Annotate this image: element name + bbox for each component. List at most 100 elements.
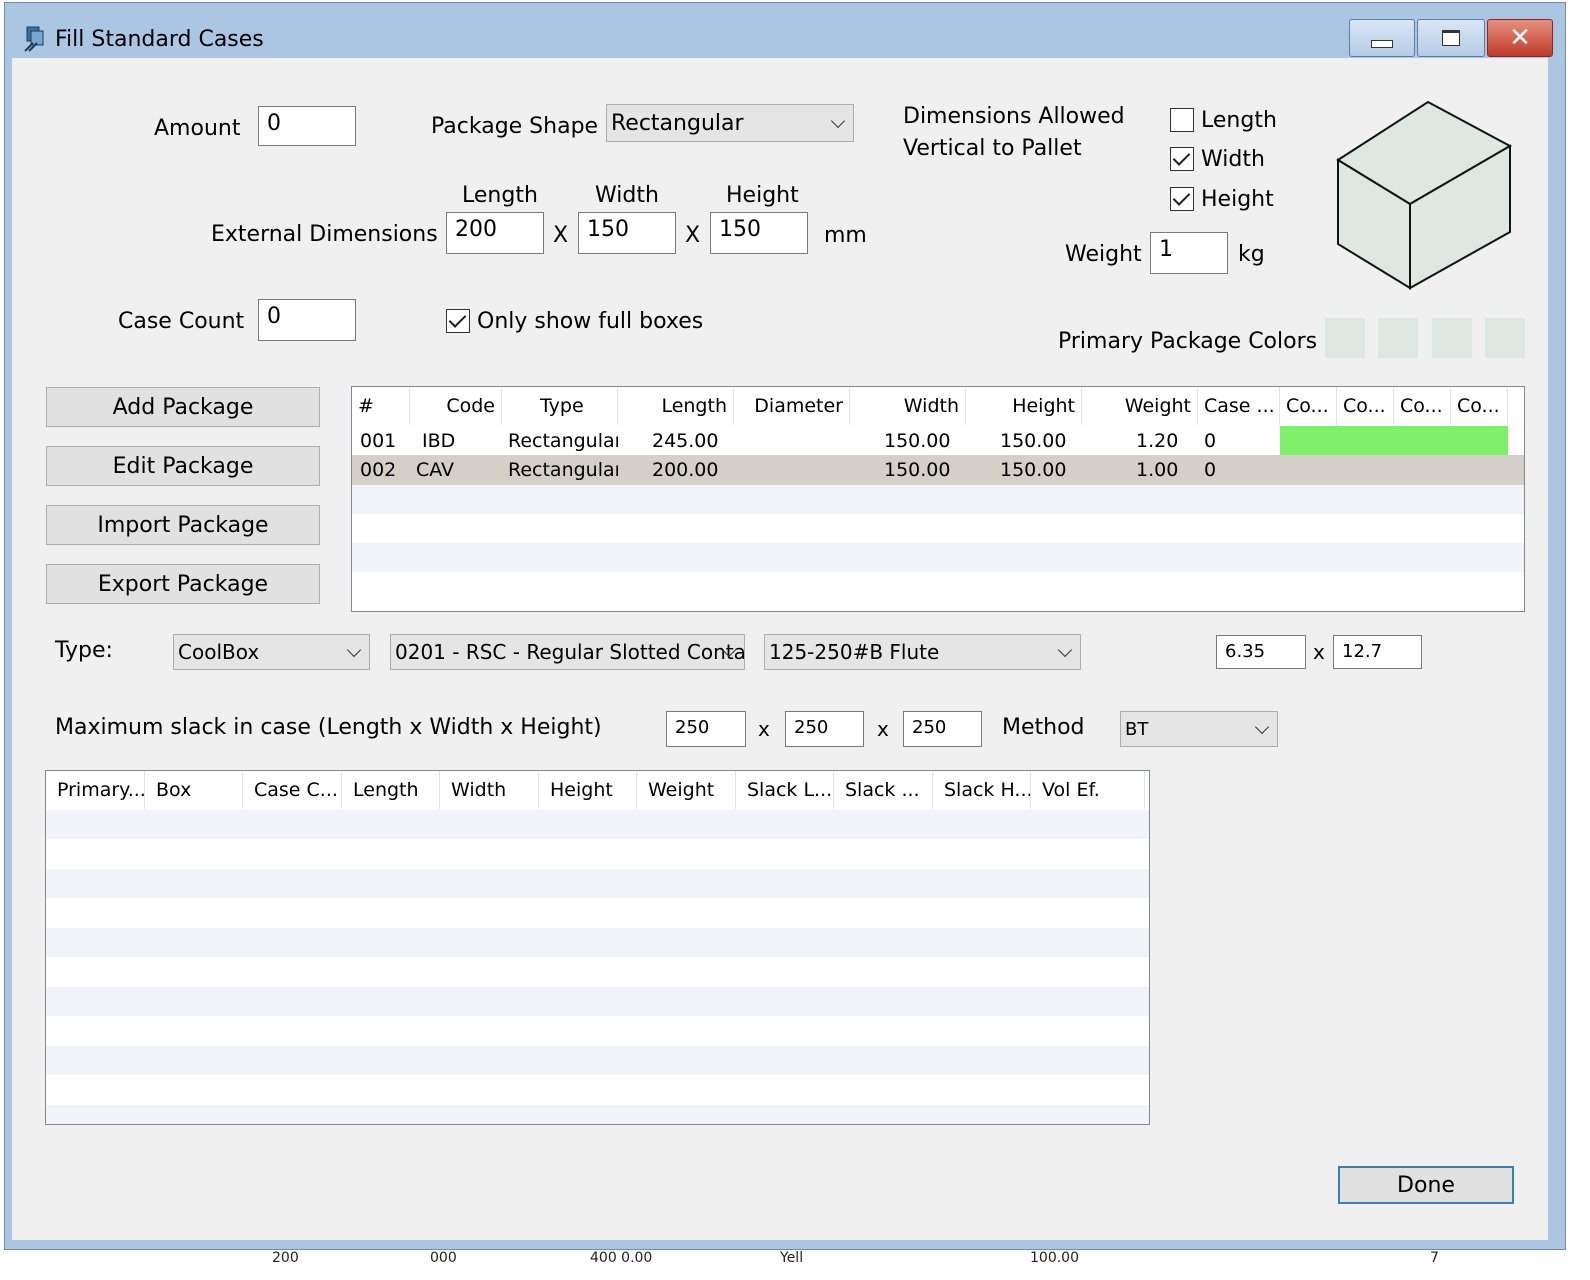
- edit-package-button[interactable]: Edit Package: [46, 446, 320, 486]
- col-header[interactable]: Width: [850, 387, 966, 425]
- grid-stripe: [46, 1105, 1149, 1124]
- chevron-down-icon: [1254, 719, 1270, 735]
- width-input[interactable]: 150: [578, 212, 676, 254]
- col-header[interactable]: Length: [342, 771, 440, 809]
- type-select-value: CoolBox: [178, 640, 260, 664]
- cell-diameter: [734, 426, 850, 456]
- method-label: Method: [1002, 715, 1085, 740]
- col-header[interactable]: #: [352, 387, 410, 425]
- cell-height: 150.00: [1000, 459, 1067, 481]
- max-slack-label: Maximum slack in case (Length x Width x …: [55, 715, 602, 740]
- length-input[interactable]: 200: [446, 212, 544, 254]
- col-header[interactable]: Vol Ef.: [1031, 771, 1145, 809]
- col-header[interactable]: Type: [502, 387, 618, 425]
- cell-width: 150.00: [884, 430, 951, 452]
- type-select[interactable]: CoolBox: [173, 634, 370, 670]
- only-full-boxes-label: Only show full boxes: [477, 309, 704, 334]
- slack-length-input[interactable]: 250: [666, 711, 746, 747]
- col-header[interactable]: Slack H...: [933, 771, 1031, 809]
- col-header[interactable]: Height: [539, 771, 637, 809]
- weight-label: Weight: [1065, 242, 1142, 267]
- col-header[interactable]: Code: [410, 387, 502, 425]
- dims-allowed-label: Dimensions Allowed: [903, 104, 1125, 129]
- col-header[interactable]: Weight: [1082, 387, 1198, 425]
- primary-color-swatch-1[interactable]: [1325, 318, 1365, 358]
- method-select[interactable]: BT: [1120, 711, 1278, 747]
- box-style-select[interactable]: 0201 - RSC - Regular Slotted Contair: [390, 634, 745, 670]
- primary-color-swatch-2[interactable]: [1378, 318, 1418, 358]
- wall-dimension-a-input[interactable]: 6.35: [1216, 635, 1306, 669]
- background-text: 200: [272, 1250, 299, 1266]
- slack-height-input[interactable]: 250: [903, 711, 982, 747]
- col-header[interactable]: Diameter: [734, 387, 850, 425]
- background-text: 000: [430, 1250, 457, 1266]
- cell-diameter: [734, 455, 850, 485]
- amount-input[interactable]: 0: [258, 106, 356, 146]
- table-row[interactable]: 001 IBD Rectangular 245.00 150.00 150.00…: [352, 426, 1508, 456]
- col-header[interactable]: Primary...: [46, 771, 145, 809]
- done-button[interactable]: Done: [1338, 1166, 1514, 1204]
- slack-width-input[interactable]: 250: [785, 711, 864, 747]
- col-header[interactable]: Case C...: [243, 771, 342, 809]
- length-vertical-checkbox[interactable]: [1170, 108, 1194, 132]
- box-style-value: 0201 - RSC - Regular Slotted Contair: [395, 640, 745, 664]
- cell-width: 150.00: [884, 459, 951, 481]
- window-title: Fill Standard Cases: [55, 27, 264, 52]
- wall-dimension-b-input[interactable]: 12.7: [1333, 635, 1422, 669]
- table-row-selected[interactable]: 002 CAV Rectangular 200.00 150.00 150.00…: [352, 455, 1524, 485]
- col-header[interactable]: Slack L...: [736, 771, 834, 809]
- col-header[interactable]: Co...: [1394, 387, 1451, 425]
- close-button[interactable]: ✕: [1487, 19, 1553, 57]
- col-header[interactable]: Case ...: [1198, 387, 1280, 425]
- add-package-button[interactable]: Add Package: [46, 387, 320, 427]
- grid-stripe: [46, 810, 1149, 839]
- col-header[interactable]: Co...: [1337, 387, 1394, 425]
- background-text: Yell: [780, 1250, 804, 1266]
- external-dimensions-label: External Dimensions: [211, 222, 438, 247]
- package-shape-value: Rectangular: [611, 110, 744, 136]
- col-header[interactable]: Slack ...: [834, 771, 933, 809]
- import-package-button[interactable]: Import Package: [46, 505, 320, 545]
- height-vertical-checkbox[interactable]: [1170, 187, 1194, 211]
- cell-color: [1280, 426, 1508, 456]
- height-input[interactable]: 150: [710, 212, 808, 254]
- export-package-button[interactable]: Export Package: [46, 564, 320, 604]
- cell-code: CAV: [416, 459, 455, 481]
- chevron-down-icon: [346, 642, 362, 658]
- flute-select[interactable]: 125-250#B Flute: [764, 634, 1081, 670]
- width-vertical-checkbox[interactable]: [1170, 147, 1194, 171]
- cell-code: IBD: [422, 430, 456, 452]
- minimize-icon: [1371, 40, 1393, 48]
- background-text: 100.00: [1030, 1250, 1079, 1266]
- dims-allowed-label-2: Vertical to Pallet: [903, 136, 1082, 161]
- cell-case-count: 0: [1204, 459, 1217, 481]
- maximize-button[interactable]: [1417, 19, 1485, 57]
- length-header: Length: [462, 183, 538, 208]
- col-header[interactable]: Height: [966, 387, 1082, 425]
- x-separator: x: [1313, 640, 1325, 664]
- title-bar[interactable]: Fill Standard Cases ✕: [5, 3, 1565, 61]
- col-header[interactable]: Co...: [1280, 387, 1337, 425]
- primary-color-swatch-3[interactable]: [1432, 318, 1472, 358]
- primary-color-swatch-4[interactable]: [1485, 318, 1525, 358]
- cell-case-count: 0: [1204, 430, 1217, 452]
- close-icon: ✕: [1509, 23, 1531, 53]
- col-header[interactable]: Weight: [637, 771, 736, 809]
- app-icon: [24, 26, 44, 52]
- package-cube-preview: [1336, 100, 1513, 290]
- background-text: 7: [1430, 1250, 1439, 1266]
- package-shape-select[interactable]: Rectangular: [606, 104, 854, 142]
- cell-number: 002: [360, 459, 397, 481]
- only-full-boxes-checkbox[interactable]: [446, 309, 470, 333]
- col-header[interactable]: Co...: [1451, 387, 1508, 425]
- weight-input[interactable]: 1: [1150, 232, 1228, 274]
- case-count-input[interactable]: 0: [258, 299, 356, 341]
- results-grid[interactable]: Primary... Box Case C... Length Width He…: [45, 770, 1150, 1125]
- packages-grid[interactable]: # Code Type Length Diameter Width Height…: [351, 386, 1525, 612]
- grid-stripe: [46, 928, 1149, 957]
- col-header[interactable]: Box: [145, 771, 243, 809]
- col-header[interactable]: Length: [618, 387, 734, 425]
- minimize-button[interactable]: [1349, 19, 1415, 57]
- col-header[interactable]: Width: [440, 771, 539, 809]
- cell-weight: 1.20: [1136, 430, 1179, 452]
